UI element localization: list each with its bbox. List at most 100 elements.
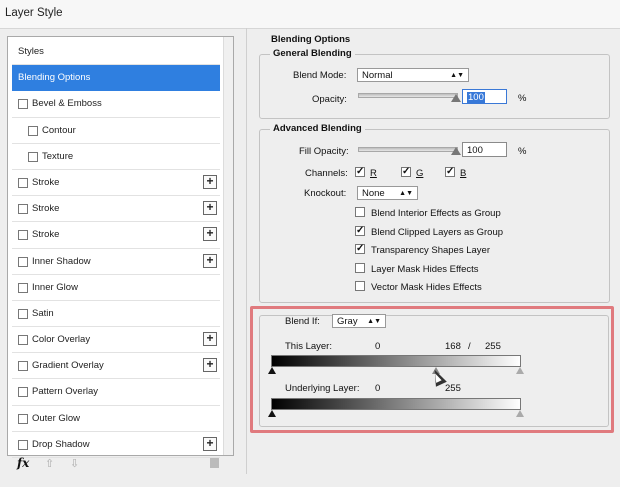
channel-r-label: R: [370, 168, 377, 179]
sidebar-item[interactable]: Stroke +: [12, 196, 220, 223]
sidebar-item[interactable]: Blending Options: [12, 65, 220, 92]
sidebar-item-label: Stroke: [32, 176, 60, 188]
channel-g-checkbox[interactable]: ✓: [401, 167, 411, 177]
blending-options-heading: Blending Options: [271, 34, 351, 45]
fill-opacity-input[interactable]: 100: [462, 142, 507, 157]
advanced-option-checkbox[interactable]: [355, 207, 365, 217]
fill-opacity-label: Fill Opacity:: [299, 146, 349, 157]
underlying-layer-gradient[interactable]: [271, 398, 521, 410]
sidebar-item-label: Stroke: [32, 203, 60, 215]
style-checkbox[interactable]: [18, 439, 28, 450]
fill-opacity-unit: %: [518, 146, 527, 157]
advanced-option-checkbox[interactable]: [355, 262, 365, 273]
general-blending-title: General Blending: [270, 48, 355, 59]
advanced-option-label: Layer Mask Hides Effects: [371, 263, 479, 275]
scrollbar[interactable]: [223, 37, 233, 455]
style-checkbox[interactable]: [18, 282, 28, 293]
sidebar-item-label: Satin: [32, 307, 54, 319]
style-checkbox[interactable]: [18, 204, 28, 215]
sidebar-item-label: Bevel & Emboss: [32, 98, 102, 110]
sidebar-item[interactable]: Outer Glow: [12, 406, 220, 432]
add-style-icon[interactable]: +: [203, 174, 217, 189]
sidebar-item[interactable]: Satin: [12, 301, 220, 328]
general-blending-group: General Blending Blend Mode: Normal ▲▼ O…: [259, 48, 610, 119]
blend-mode-select[interactable]: Normal ▲▼: [357, 68, 469, 82]
add-style-icon[interactable]: +: [203, 201, 217, 216]
sidebar-item-label: Styles: [18, 46, 44, 57]
fill-opacity-slider[interactable]: [358, 147, 458, 152]
opacity-label: Opacity:: [312, 94, 347, 105]
sidebar-item-label: Inner Glow: [32, 281, 78, 293]
fill-opacity-slider-thumb[interactable]: [451, 147, 461, 155]
channel-b-label: B: [460, 168, 467, 179]
this-layer-black-slider[interactable]: [268, 367, 276, 374]
sidebar-item-label: Stroke: [32, 229, 60, 241]
sidebar-item[interactable]: Gradient Overlay +: [12, 353, 220, 380]
channel-b-checkbox[interactable]: ✓: [445, 167, 455, 177]
channel-r-checkbox[interactable]: ✓: [355, 167, 365, 177]
move-up-icon[interactable]: ⇧: [45, 457, 54, 470]
style-checkbox[interactable]: [28, 151, 38, 162]
add-style-icon[interactable]: +: [203, 436, 217, 451]
opacity-unit: %: [518, 93, 527, 104]
styles-list: Styles Blending Options Bevel & Emboss Cont…: [12, 39, 220, 458]
underlying-low-value: 0: [375, 383, 381, 394]
sidebar-item[interactable]: Inner Shadow +: [12, 249, 220, 275]
opacity-slider[interactable]: [358, 93, 458, 98]
options-panel: Blending Options General Blending Blend …: [246, 28, 616, 474]
blend-if-select[interactable]: Gray ▲▼: [332, 314, 386, 328]
sidebar-item-label: Blending Options: [18, 72, 91, 84]
sidebar-item[interactable]: Inner Glow: [12, 275, 220, 301]
style-checkbox[interactable]: [18, 99, 28, 110]
styles-panel: Styles Blending Options Bevel & Emboss Cont…: [7, 36, 234, 458]
advanced-option-checkbox[interactable]: ✓: [355, 225, 365, 236]
this-layer-gradient[interactable]: [271, 355, 521, 367]
add-style-icon[interactable]: +: [203, 227, 217, 242]
sidebar-item[interactable]: Contour: [12, 118, 220, 144]
chevron-down-icon: ▲▼: [367, 318, 381, 325]
advanced-option-label: Vector Mask Hides Effects: [371, 282, 482, 293]
sidebar-item[interactable]: Stroke +: [12, 170, 220, 197]
this-layer-low-value: 0: [375, 341, 381, 352]
style-checkbox[interactable]: [28, 125, 38, 136]
this-layer-white-slider[interactable]: [516, 367, 524, 374]
style-checkbox[interactable]: [18, 230, 28, 241]
sidebar-item[interactable]: Styles: [12, 39, 220, 66]
knockout-select[interactable]: None ▲▼: [357, 186, 418, 200]
blend-if-label: Blend If:: [285, 316, 320, 327]
style-checkbox[interactable]: [18, 335, 28, 346]
advanced-option-label: Blend Interior Effects as Group: [371, 208, 501, 219]
sidebar-item[interactable]: Texture: [12, 144, 220, 170]
underlying-black-slider[interactable]: [268, 410, 276, 417]
style-checkbox[interactable]: [18, 387, 28, 398]
style-checkbox[interactable]: [18, 308, 28, 319]
blend-mode-value: Normal: [362, 70, 393, 81]
knockout-label: Knockout:: [304, 188, 347, 199]
channel-g-label: G: [416, 168, 424, 179]
style-checkbox[interactable]: [18, 177, 28, 188]
this-layer-separator: /: [468, 341, 471, 352]
sidebar-item[interactable]: Bevel & Emboss: [12, 91, 220, 118]
sidebar-item[interactable]: Stroke +: [12, 222, 220, 249]
add-style-icon[interactable]: +: [203, 253, 217, 268]
sidebar-item[interactable]: Pattern Overlay: [12, 379, 220, 406]
underlying-layer-label: Underlying Layer:: [285, 383, 360, 394]
sidebar-item-label: Pattern Overlay: [32, 386, 98, 398]
underlying-white-slider[interactable]: [516, 410, 524, 417]
opacity-slider-thumb[interactable]: [451, 94, 461, 102]
add-style-icon[interactable]: +: [203, 332, 217, 347]
fx-button[interactable]: fx: [17, 456, 29, 470]
this-layer-high-value: 255: [485, 341, 501, 352]
window-title: Layer Style: [5, 7, 63, 19]
style-checkbox[interactable]: [18, 256, 28, 267]
sidebar-item[interactable]: Color Overlay +: [12, 327, 220, 354]
add-style-icon[interactable]: +: [203, 358, 217, 373]
move-down-icon[interactable]: ⇩: [70, 457, 79, 470]
trash-icon[interactable]: [210, 458, 219, 468]
advanced-option-checkbox[interactable]: ✓: [355, 244, 365, 254]
advanced-option-checkbox[interactable]: [355, 281, 365, 291]
opacity-input[interactable]: 100: [462, 89, 507, 104]
style-checkbox[interactable]: [18, 361, 28, 372]
sidebar-item-label: Gradient Overlay: [32, 360, 104, 372]
style-checkbox[interactable]: [18, 413, 28, 424]
